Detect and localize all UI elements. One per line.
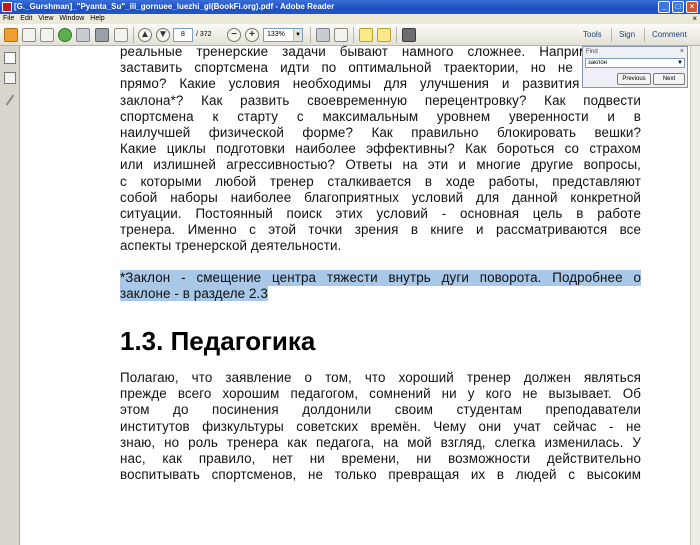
text-line: знаю, но роль тренера как педагога, на м… (120, 434, 641, 450)
selected-text-line: *Заклон - смещение центра тяжести внутрь… (120, 269, 641, 286)
document-view[interactable]: реальные тренерские задачи бывают намног… (21, 46, 690, 545)
next-page-icon[interactable]: ▼ (156, 28, 170, 42)
text-line: заклона*? Как развить своевременную пере… (120, 92, 641, 108)
text-line: воспитывать спортсменов, не только превр… (120, 467, 641, 483)
navigation-pane (0, 46, 20, 545)
text-line: с которыми любой тренер сталкивается в х… (120, 173, 641, 189)
text-line: спортсмена к старту с максимальным уровн… (120, 108, 641, 124)
menu-window[interactable]: Window (59, 14, 84, 24)
footnote-selected[interactable]: *Заклон - смещение центра тяжести внутрь… (120, 269, 641, 302)
menu-file[interactable]: File (3, 14, 14, 24)
menu-bar: File Edit View Window Help × (0, 14, 700, 24)
fit-width-icon[interactable] (334, 28, 348, 42)
zoom-value: 133% (267, 31, 285, 38)
create-pdf-icon[interactable] (4, 28, 18, 42)
window-controls: _ □ × (658, 1, 698, 13)
page-total: / 372 (196, 31, 212, 38)
zoom-select[interactable]: 133% ▼ (263, 28, 303, 42)
paragraph-pedagogy: Полагаю, что заявление о том, что хороши… (120, 370, 641, 483)
text-line: прежде всего хорошим педагогом, сомнений… (120, 386, 641, 402)
menu-edit[interactable]: Edit (20, 14, 32, 24)
text-line: собой наборы наиболее благоприятных усло… (120, 189, 641, 205)
adobe-reader-icon (2, 2, 12, 12)
open-icon[interactable] (22, 28, 36, 42)
comment-tab[interactable]: Comment (652, 28, 687, 42)
email-icon[interactable] (114, 28, 128, 42)
text-line: нас, как правило, нет ни времени, ни воз… (120, 451, 641, 467)
find-previous-button[interactable]: Previous (617, 73, 651, 85)
sign-tab[interactable]: Sign (619, 28, 635, 42)
text-line: тренера. Именно с этой точки зрения в кн… (120, 222, 641, 238)
zoom-in-button[interactable]: + (245, 28, 259, 42)
selected-text-line: заклоне - в разделе 2.3 (120, 285, 641, 302)
section-heading: 1.3. Педагогика (120, 326, 316, 357)
expand-icon[interactable] (402, 28, 416, 42)
save-icon[interactable] (76, 28, 90, 42)
fit-page-icon[interactable] (316, 28, 330, 42)
page-content: реальные тренерские задачи бывают намног… (120, 46, 641, 483)
signatures-icon[interactable] (4, 94, 16, 106)
text-line: Полагаю, что заявление о том, что хороши… (120, 370, 641, 386)
menu-view[interactable]: View (38, 14, 53, 24)
comment-icon[interactable] (359, 28, 373, 42)
find-value: заклон (588, 60, 607, 66)
text-line: прямо? Какие условия необходимы для улуч… (120, 76, 641, 92)
page-number-input[interactable]: 8 (173, 28, 193, 42)
text-line: институтов физкультуры советских времён.… (120, 418, 641, 434)
text-line: аспекты тренерской деятельности. (120, 238, 342, 254)
menu-help[interactable]: Help (90, 14, 104, 24)
find-label: Find (586, 49, 598, 55)
maximize-button[interactable]: □ (672, 1, 684, 13)
print-icon[interactable] (95, 28, 109, 42)
text-line: или излишней агрессивностью? Ответы на э… (120, 157, 641, 173)
edit-document-icon[interactable] (40, 28, 54, 42)
toolbar-separator (133, 27, 134, 43)
find-input[interactable]: заклон ▼ (585, 58, 685, 68)
minimize-button[interactable]: _ (658, 1, 670, 13)
tool-separator (611, 28, 612, 42)
cloud-upload-icon[interactable] (58, 28, 72, 42)
bookmarks-icon[interactable] (4, 72, 16, 84)
highlight-icon[interactable] (377, 28, 391, 42)
find-next-button[interactable]: Next (653, 73, 685, 85)
text-line: реальные тренерские задачи бывают намног… (120, 46, 641, 59)
title-bar: [G._Gurshman]_"Pyanta_Su"_ili_gornuee_lu… (0, 0, 700, 14)
tools-tab[interactable]: Tools (583, 28, 602, 42)
text-line: наилучшей физической форме? Как правильн… (120, 125, 641, 141)
selected-text: заклоне - в разделе 2.3 (120, 285, 268, 301)
previous-page-icon[interactable]: ▲ (138, 28, 152, 42)
find-panel: Find × заклон ▼ Previous Next (582, 46, 688, 88)
toolbar-separator (310, 27, 311, 43)
find-close-button[interactable]: × (680, 48, 684, 55)
toolbar: ▲ ▼ 8 / 372 − + 133% ▼ Tools Sign Commen… (0, 24, 700, 46)
close-button[interactable]: × (686, 1, 698, 13)
tool-separator (644, 28, 645, 42)
page-thumbnails-icon[interactable] (4, 52, 16, 64)
chevron-down-icon[interactable]: ▼ (293, 29, 302, 41)
paragraph-intro: реальные тренерские задачи бывают намног… (120, 46, 641, 255)
text-line: ситуации. Постоянный поиск этих условий … (120, 206, 641, 222)
text-line: Какие циклы подготовки наиболее эффектив… (120, 141, 641, 157)
toolbar-separator (353, 27, 354, 43)
zoom-out-button[interactable]: − (227, 28, 241, 42)
toolbar-separator (396, 27, 397, 43)
chevron-down-icon[interactable]: ▼ (677, 59, 683, 67)
text-line: заставить спортсмена идти по оптимальной… (120, 60, 641, 76)
document-close-button[interactable]: × (692, 14, 697, 24)
window-title: [G._Gurshman]_"Pyanta_Su"_ili_gornuee_lu… (14, 2, 335, 11)
text-line: этом до посинения долдонили своим студен… (120, 402, 641, 418)
vertical-scrollbar[interactable] (690, 46, 700, 545)
